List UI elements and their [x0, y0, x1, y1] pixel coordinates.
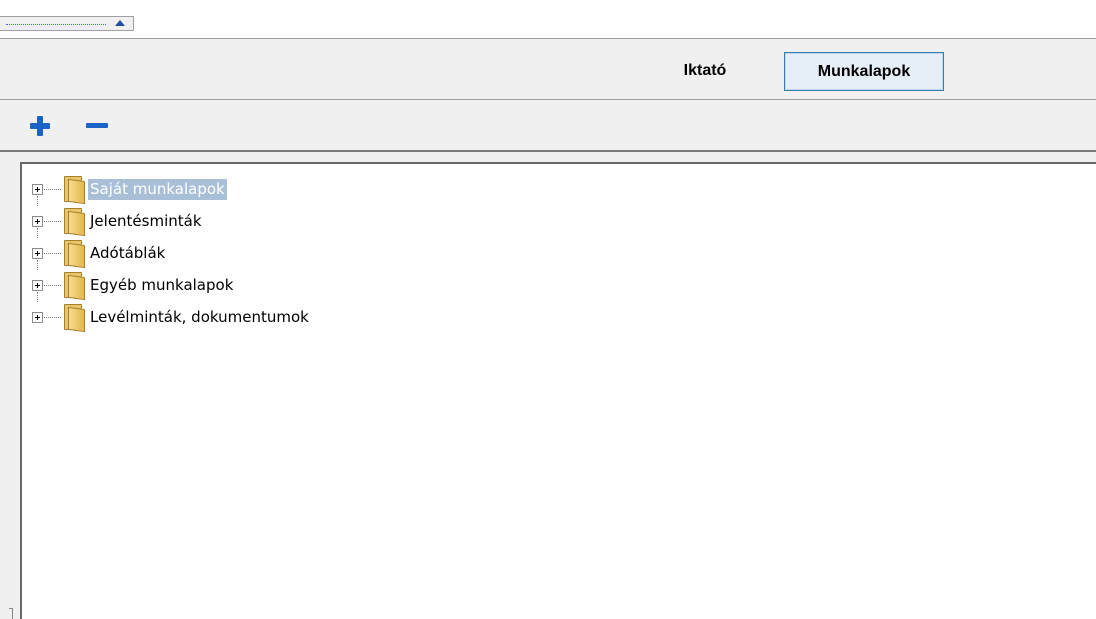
- minus-icon: [86, 123, 108, 128]
- collapse-up-arrow-icon[interactable]: [115, 20, 125, 26]
- tree-node-label[interactable]: Saját munkalapok: [88, 179, 227, 200]
- collapse-panel-handle[interactable]: [0, 16, 134, 31]
- app-window: Iktató Munkalapok Saját munkalapok Jelen…: [0, 0, 1096, 619]
- tree-node[interactable]: Jelentésminták: [32, 206, 632, 238]
- tree-node[interactable]: Egyéb munkalapok: [32, 270, 632, 302]
- expand-plus-icon[interactable]: [32, 248, 43, 259]
- tab-bar: Iktató Munkalapok: [0, 39, 1096, 100]
- tree-node-label[interactable]: Jelentésminták: [88, 211, 204, 232]
- folder-icon: [62, 176, 85, 205]
- expand-plus-icon[interactable]: [32, 312, 43, 323]
- expand-plus-icon[interactable]: [32, 280, 43, 291]
- splitter-mark: [9, 608, 13, 619]
- expand-plus-icon[interactable]: [32, 184, 43, 195]
- collapse-all-button[interactable]: [86, 116, 108, 136]
- tree-node-label[interactable]: Egyéb munkalapok: [88, 275, 235, 296]
- plus-icon: [30, 116, 50, 136]
- tree-node[interactable]: Saját munkalapok: [32, 174, 632, 206]
- folder-icon: [62, 240, 85, 269]
- tab-munkalapok[interactable]: Munkalapok: [784, 52, 944, 91]
- folder-icon: [62, 208, 85, 237]
- tree-list: Saját munkalapok Jelentésminták Adótáblá…: [32, 174, 632, 334]
- folder-icon: [62, 304, 85, 333]
- tree-node-label[interactable]: Levélminták, dokumentumok: [88, 307, 311, 328]
- expand-plus-icon[interactable]: [32, 216, 43, 227]
- folder-icon: [62, 272, 85, 301]
- tab-iktato[interactable]: Iktató: [655, 52, 755, 91]
- grip-dots: [6, 24, 106, 25]
- tree-node[interactable]: Adótáblák: [32, 238, 632, 270]
- tree-node[interactable]: Levélminták, dokumentumok: [32, 302, 632, 334]
- top-strip: [0, 0, 1096, 39]
- toolbar: [0, 100, 1096, 152]
- expand-all-button[interactable]: [30, 116, 50, 136]
- tree-view[interactable]: Saját munkalapok Jelentésminták Adótáblá…: [20, 162, 1096, 619]
- tree-node-label[interactable]: Adótáblák: [88, 243, 167, 264]
